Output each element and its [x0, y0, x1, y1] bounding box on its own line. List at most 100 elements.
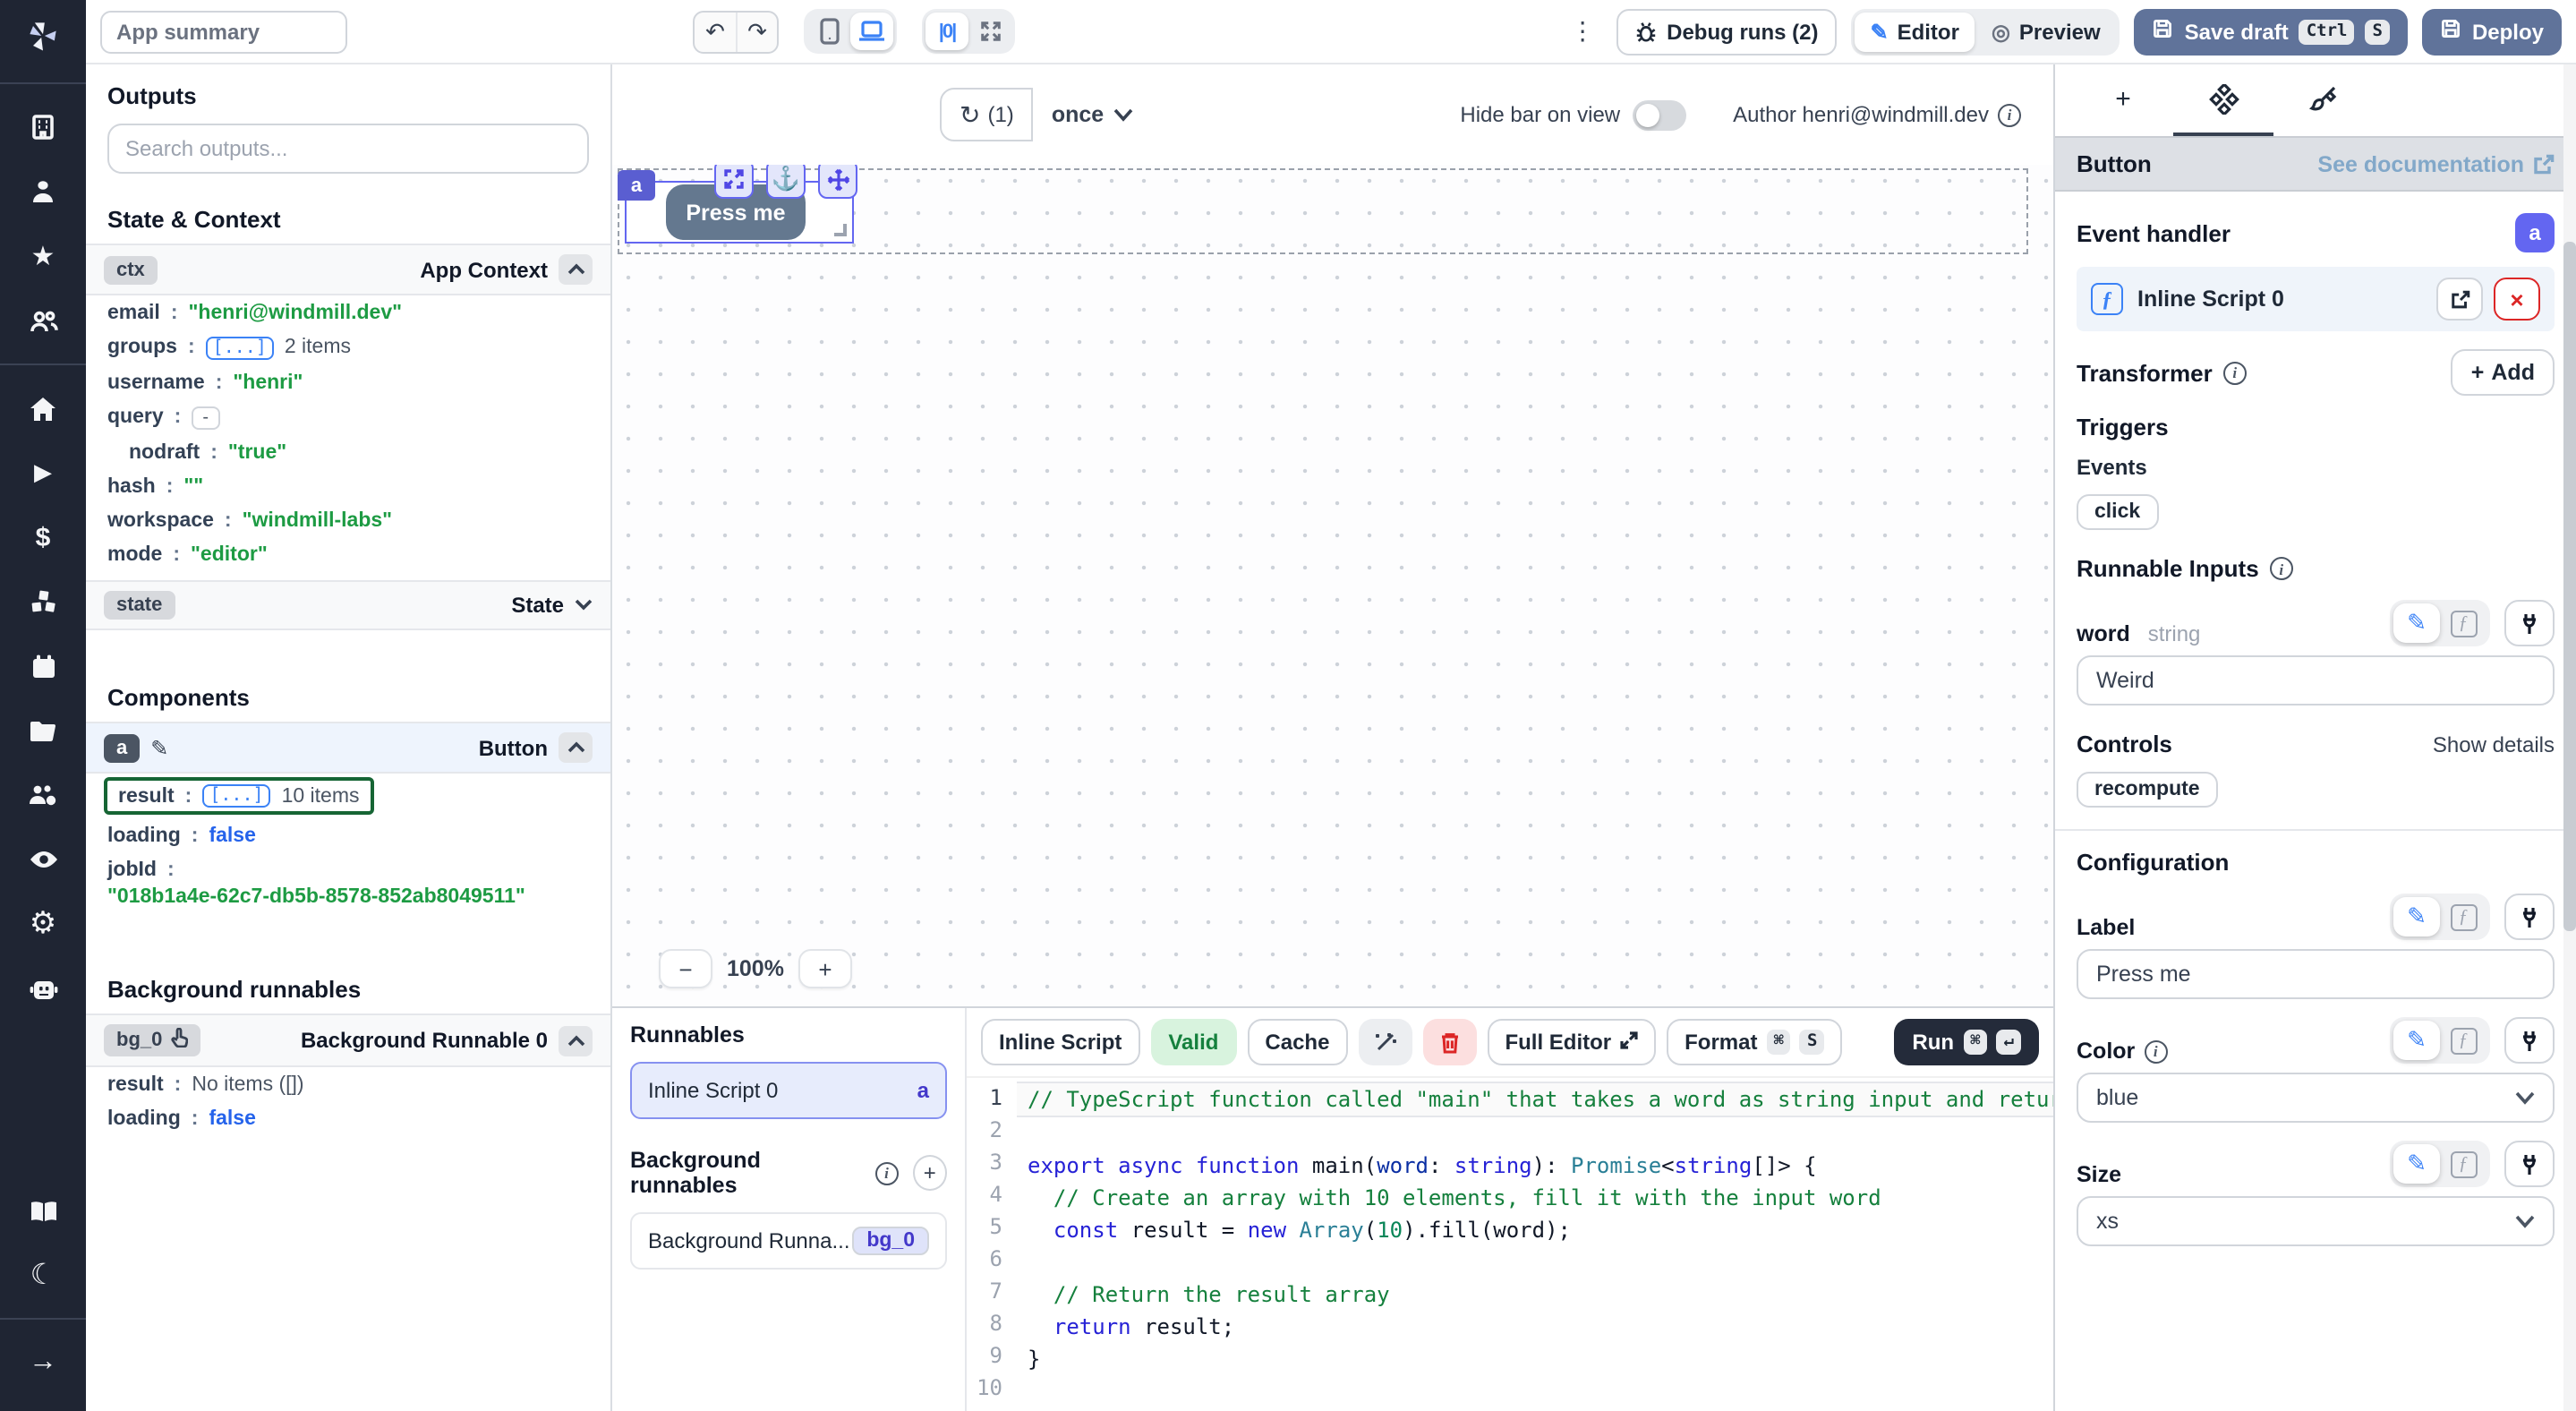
- save-draft-button[interactable]: Save draft Ctrl S: [2135, 8, 2408, 55]
- state-expand-button[interactable]: [575, 594, 593, 616]
- run-button[interactable]: Run ⌘ ↵: [1894, 1019, 2039, 1065]
- preview-tab[interactable]: ◎Preview: [1975, 12, 2117, 51]
- bg-runnable-item[interactable]: Background Runna... bg_0: [630, 1212, 947, 1270]
- eval-mode-button[interactable]: ƒ: [2440, 1144, 2486, 1184]
- eval-mode-button[interactable]: ƒ: [2440, 897, 2486, 936]
- deploy-button[interactable]: Deploy: [2422, 8, 2562, 55]
- canvas-grid[interactable]: a Press me ⚓ − 100% +: [612, 165, 2053, 1006]
- empty-object-badge[interactable]: -: [192, 406, 219, 429]
- info-icon[interactable]: i: [1998, 103, 2021, 126]
- resize-handle[interactable]: [834, 224, 847, 236]
- inspector-scrollbar[interactable]: [2563, 64, 2576, 1411]
- app-summary-input[interactable]: [100, 10, 347, 53]
- expand-array-badge[interactable]: [...]: [206, 336, 274, 359]
- inline-script-row[interactable]: ƒ Inline Script 0 ×: [2077, 267, 2555, 331]
- center-layout-button[interactable]: |0|: [925, 13, 968, 50]
- home-icon[interactable]: [0, 385, 86, 432]
- static-mode-button[interactable]: ✎: [2393, 1021, 2440, 1060]
- remove-script-button[interactable]: ×: [2494, 278, 2540, 321]
- open-script-button[interactable]: [2436, 278, 2483, 321]
- add-bg-runnable-button[interactable]: +: [912, 1155, 947, 1191]
- ctx-collapse-button[interactable]: [559, 254, 593, 285]
- variables-dollar-icon[interactable]: $: [0, 514, 86, 560]
- search-outputs-input[interactable]: [107, 124, 589, 174]
- recompute-pill[interactable]: recompute: [2077, 772, 2218, 808]
- tab-styling[interactable]: [2273, 64, 2374, 136]
- code-editor[interactable]: 12345678910 // TypeScript function calle…: [967, 1076, 2053, 1411]
- audit-eye-icon[interactable]: [0, 836, 86, 883]
- info-icon[interactable]: i: [2144, 1039, 2167, 1063]
- dark-mode-moon-icon[interactable]: ☾: [0, 1252, 86, 1298]
- folders-icon[interactable]: [0, 707, 86, 754]
- ctx-section-header[interactable]: ctx App Context: [86, 244, 610, 295]
- redo-button[interactable]: ↷: [736, 12, 777, 51]
- info-icon[interactable]: i: [2223, 361, 2247, 384]
- collapse-arrow-icon[interactable]: →: [0, 1339, 86, 1386]
- language-button[interactable]: Inline Script: [981, 1019, 1139, 1065]
- runnable-item-inline-script[interactable]: Inline Script 0 a: [630, 1062, 947, 1119]
- zoom-in-button[interactable]: +: [798, 949, 852, 988]
- groups-icon[interactable]: [0, 297, 86, 344]
- runs-play-icon[interactable]: ▶: [0, 449, 86, 496]
- desktop-view-button[interactable]: [850, 13, 893, 50]
- tab-component-settings[interactable]: [2173, 64, 2273, 136]
- refresh-button[interactable]: ↻ (1): [940, 88, 1034, 141]
- connect-input-button[interactable]: [2504, 600, 2555, 646]
- state-section-header[interactable]: state State: [86, 580, 610, 630]
- refresh-mode-select[interactable]: once: [1034, 102, 1150, 127]
- format-button[interactable]: Format ⌘ S: [1667, 1019, 1842, 1065]
- button-component-header[interactable]: a ✎ Button: [86, 722, 610, 774]
- result-highlight-box[interactable]: result : [...] 10 items: [104, 777, 374, 815]
- workspace-icon[interactable]: [0, 104, 86, 150]
- size-select[interactable]: xs: [2077, 1196, 2555, 1246]
- mobile-view-button[interactable]: [807, 13, 850, 50]
- info-icon[interactable]: i: [2270, 557, 2293, 580]
- label-input[interactable]: [2077, 949, 2555, 999]
- bg-runnable-header[interactable]: bg_0 Background Runnable 0: [86, 1013, 610, 1067]
- docs-book-icon[interactable]: [0, 1187, 86, 1234]
- full-editor-button[interactable]: Full Editor: [1487, 1019, 1656, 1065]
- settings-gear-icon[interactable]: ⚙: [0, 901, 86, 947]
- component-collapse-button[interactable]: [559, 732, 593, 763]
- expand-component-button[interactable]: [714, 165, 754, 199]
- expand-array-badge[interactable]: [...]: [202, 784, 270, 808]
- tab-insert-component[interactable]: +: [2073, 64, 2173, 136]
- resources-cubes-icon[interactable]: [0, 578, 86, 625]
- color-select[interactable]: blue: [2077, 1073, 2555, 1123]
- move-component-button[interactable]: [818, 165, 857, 199]
- windmill-logo[interactable]: [0, 0, 86, 72]
- static-mode-button[interactable]: ✎: [2393, 603, 2440, 643]
- event-click-pill[interactable]: click: [2077, 494, 2158, 530]
- connect-input-button[interactable]: [2504, 1017, 2555, 1064]
- zoom-out-button[interactable]: −: [659, 949, 712, 988]
- rename-pencil-icon[interactable]: ✎: [150, 735, 168, 760]
- connect-input-button[interactable]: [2504, 894, 2555, 940]
- user-icon[interactable]: [0, 168, 86, 215]
- code-lines[interactable]: // TypeScript function called "main" tha…: [1017, 1078, 2053, 1411]
- bg-collapse-button[interactable]: [559, 1025, 593, 1056]
- word-input[interactable]: [2077, 655, 2555, 706]
- cache-button[interactable]: Cache: [1247, 1019, 1347, 1065]
- component-tag-a[interactable]: a: [618, 170, 655, 201]
- ai-wand-button[interactable]: [1358, 1019, 1412, 1065]
- editor-tab[interactable]: ✎Editor: [1854, 12, 1975, 51]
- workers-icon[interactable]: [0, 772, 86, 818]
- schedules-calendar-icon[interactable]: [0, 643, 86, 689]
- hide-bar-toggle[interactable]: [1633, 99, 1686, 130]
- favorites-star-icon[interactable]: ★: [0, 233, 86, 279]
- connect-input-button[interactable]: [2504, 1141, 2555, 1187]
- delete-script-button[interactable]: [1422, 1019, 1476, 1065]
- see-documentation-link[interactable]: See documentation: [2317, 151, 2555, 176]
- undo-button[interactable]: ↶: [695, 12, 736, 51]
- add-transformer-button[interactable]: + Add: [2452, 349, 2555, 396]
- more-menu-kebab-icon[interactable]: ⋮: [1563, 16, 1602, 47]
- debug-runs-button[interactable]: Debug runs (2): [1616, 8, 1836, 55]
- scrollbar-thumb[interactable]: [2563, 242, 2576, 931]
- fullwidth-layout-button[interactable]: [968, 13, 1011, 50]
- static-mode-button[interactable]: ✎: [2393, 1144, 2440, 1184]
- show-details-link[interactable]: Show details: [2433, 731, 2555, 757]
- info-icon[interactable]: i: [874, 1161, 898, 1184]
- eval-mode-button[interactable]: ƒ: [2440, 603, 2486, 643]
- static-mode-button[interactable]: ✎: [2393, 897, 2440, 936]
- eval-mode-button[interactable]: ƒ: [2440, 1021, 2486, 1060]
